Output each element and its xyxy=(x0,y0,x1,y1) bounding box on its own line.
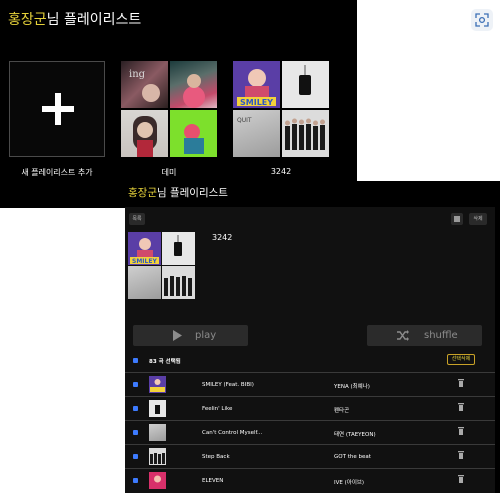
page-title: 홍장군님 플레이리스트 xyxy=(8,12,142,28)
svg-text:QUIT: QUIT xyxy=(237,117,252,124)
song-artist: 태연 (TAEYEON) xyxy=(334,432,376,438)
song-title: Can't Control Myself... xyxy=(202,430,263,436)
delete-selected-button[interactable]: 선택삭제 xyxy=(447,354,475,365)
song-title: Feelin' Like xyxy=(202,406,233,412)
album-art: ing xyxy=(121,61,168,108)
add-playlist-label: 새 플레이리스트 추가 xyxy=(21,168,93,177)
song-checkbox[interactable] xyxy=(133,382,138,387)
select-all-checkbox[interactable] xyxy=(133,358,138,363)
song-checkbox[interactable] xyxy=(133,430,138,435)
song-checkbox[interactable] xyxy=(133,406,138,411)
trash-icon[interactable] xyxy=(458,475,464,483)
delete-playlist-button[interactable]: 삭제 xyxy=(469,213,487,225)
album-art xyxy=(149,472,166,489)
song-row[interactable]: Step Back GOT the beat xyxy=(125,444,495,469)
album-art xyxy=(282,61,329,108)
detail-page-title: 홍장군님 플레이리스트 xyxy=(128,187,228,199)
playlist-cover[interactable]: ing xyxy=(121,61,217,157)
song-checkbox[interactable] xyxy=(133,454,138,459)
song-row[interactable]: SMILEY (Feat. BIBI) YENA (최예나) xyxy=(125,372,495,397)
trash-icon[interactable] xyxy=(458,403,464,411)
album-art xyxy=(149,448,166,465)
song-checkbox[interactable] xyxy=(133,478,138,483)
playlist-name: 데미 xyxy=(161,168,177,177)
song-artist: GOT the beat xyxy=(334,454,371,460)
album-art xyxy=(162,232,195,265)
playlist-name: 3242 xyxy=(270,167,292,176)
selection-header: 83 곡 선택됨 선택삭제 xyxy=(125,350,495,372)
song-title: Step Back xyxy=(202,454,230,460)
album-art xyxy=(170,61,217,108)
save-icon[interactable] xyxy=(451,213,463,225)
album-art xyxy=(149,376,166,393)
svg-text:ing: ing xyxy=(129,69,146,80)
album-art: SMILEY xyxy=(128,232,161,265)
playlist-detail-name: 3242 xyxy=(212,233,233,242)
song-row[interactable]: ELEVEN IVE (아이브) xyxy=(125,468,495,494)
song-artist: IVE (아이브) xyxy=(334,480,365,486)
song-artist: 펜타곤 xyxy=(334,408,350,414)
svg-text:SMILEY: SMILEY xyxy=(132,258,157,265)
playlist-cover[interactable]: SMILEY QUIT xyxy=(233,61,329,157)
song-title: ELEVEN xyxy=(202,478,224,484)
song-artist: YENA (최예나) xyxy=(334,384,370,390)
trash-icon[interactable] xyxy=(458,427,464,435)
album-art xyxy=(121,110,168,157)
album-art xyxy=(282,110,329,157)
album-art xyxy=(149,400,166,417)
album-art xyxy=(128,266,161,299)
back-to-list-button[interactable]: 목록 xyxy=(129,213,145,225)
song-row[interactable]: Can't Control Myself... 태연 (TAEYEON) xyxy=(125,420,495,445)
screenshot-icon[interactable] xyxy=(471,9,493,31)
trash-icon[interactable] xyxy=(458,451,464,459)
song-row[interactable]: Feelin' Like 펜타곤 xyxy=(125,396,495,421)
album-art xyxy=(149,424,166,441)
album-art xyxy=(162,266,195,299)
album-art: QUIT xyxy=(233,110,280,157)
song-title: SMILEY (Feat. BIBI) xyxy=(202,382,254,388)
playlist-detail-cover: SMILEY xyxy=(128,232,196,300)
play-button[interactable]: play xyxy=(133,325,248,346)
trash-icon[interactable] xyxy=(458,379,464,387)
add-playlist-tile[interactable] xyxy=(9,61,105,157)
svg-text:SMILEY: SMILEY xyxy=(240,98,273,107)
selected-count: 83 곡 선택됨 xyxy=(149,359,181,365)
album-art xyxy=(170,110,217,157)
play-icon xyxy=(173,330,182,341)
album-art: SMILEY xyxy=(233,61,280,108)
shuffle-icon xyxy=(397,330,409,341)
shuffle-button[interactable]: shuffle xyxy=(367,325,482,346)
